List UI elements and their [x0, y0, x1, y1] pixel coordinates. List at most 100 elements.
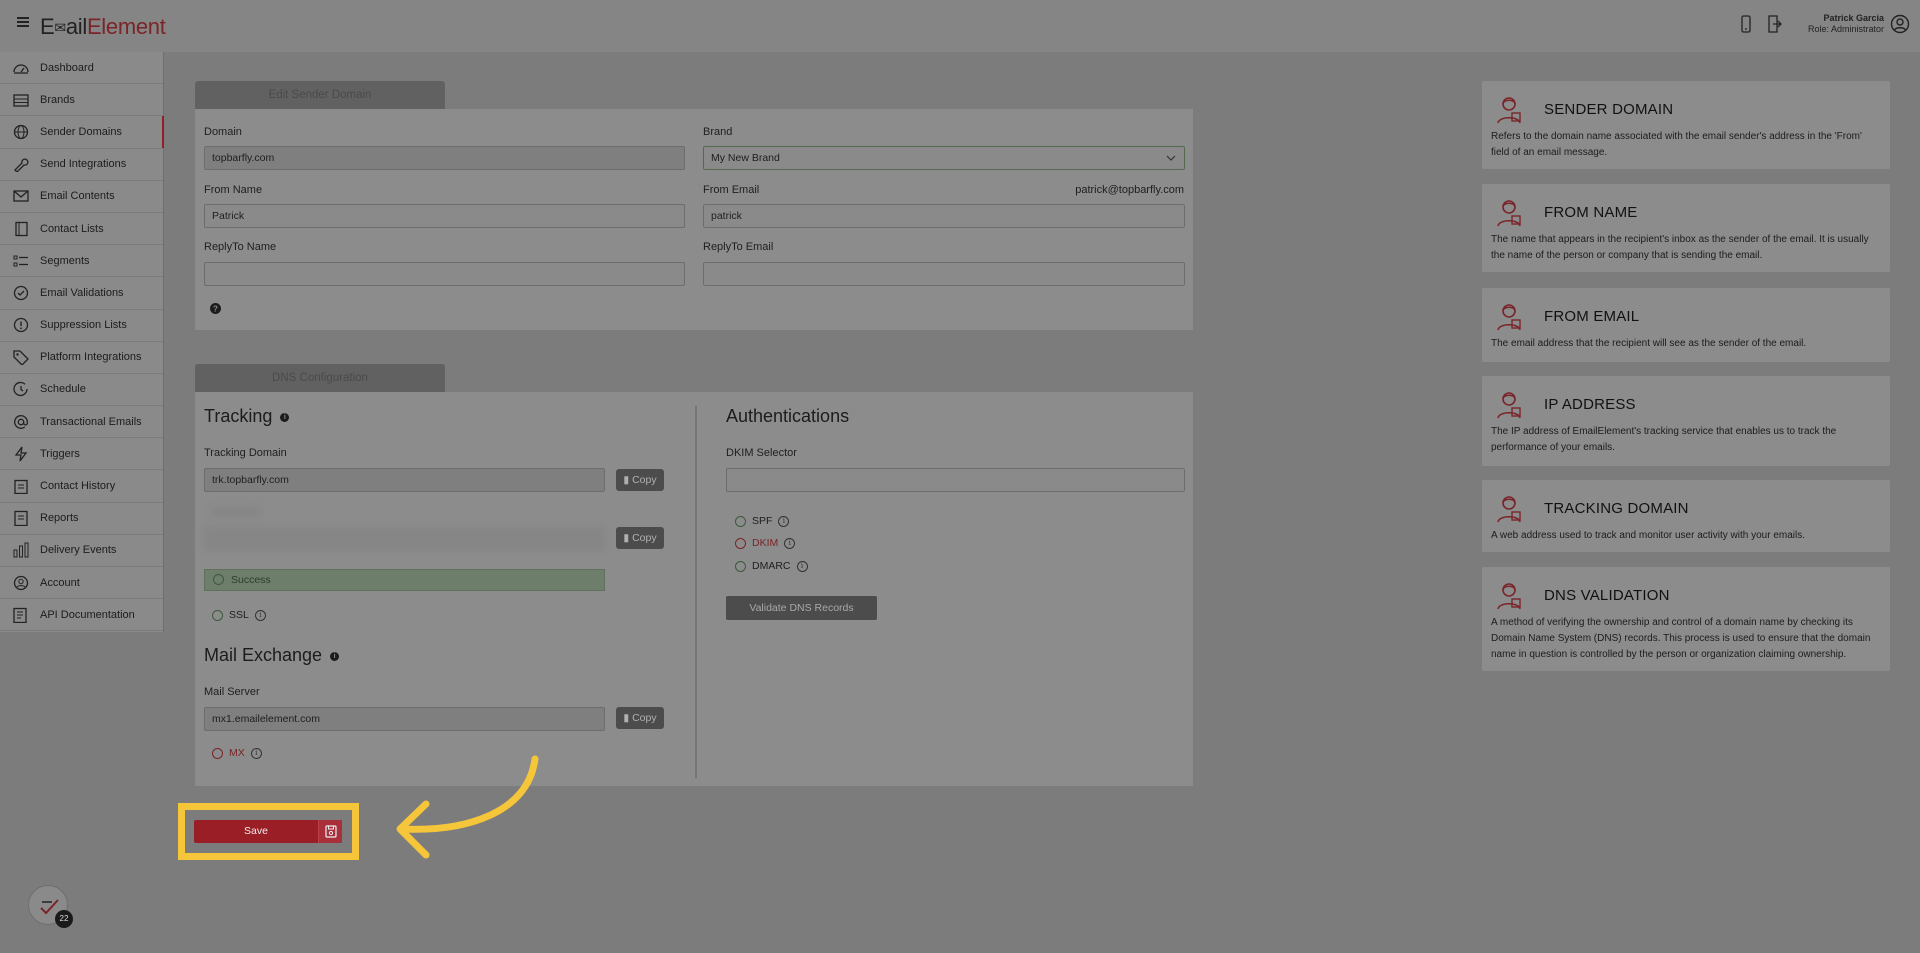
- brand-select-value: My New Brand: [711, 152, 780, 164]
- logout-icon[interactable]: [1766, 15, 1782, 33]
- save-icon: [318, 820, 342, 843]
- sidebar-item-platform-integrations[interactable]: Platform Integrations: [0, 342, 163, 374]
- sidebar-item-triggers[interactable]: Triggers: [0, 438, 163, 471]
- mx-info-icon[interactable]: i: [250, 747, 262, 759]
- sidebar-item-label: Segments: [40, 254, 90, 267]
- support-agent-icon: [1497, 496, 1521, 523]
- sidebar-item-brands[interactable]: Brands: [0, 84, 163, 117]
- spf-info-icon[interactable]: i: [778, 515, 790, 527]
- replyto-name-field[interactable]: [204, 262, 685, 286]
- info-card-title: TRACKING DOMAIN: [1544, 500, 1689, 517]
- dmarc-check-icon: [735, 560, 746, 572]
- copy-tracking-domain-button[interactable]: ▮ Copy: [616, 469, 664, 491]
- mail-exchange-info-icon[interactable]: i: [330, 651, 340, 661]
- sidebar-item-dashboard[interactable]: Dashboard: [0, 52, 163, 85]
- from-name-field[interactable]: Patrick: [204, 204, 685, 228]
- sidebar-item-delivery-events[interactable]: Delivery Events: [0, 535, 163, 567]
- mx-status: MX i: [212, 747, 262, 759]
- brands-icon: [13, 94, 29, 107]
- sidebar-item-reports[interactable]: Reports: [0, 503, 163, 535]
- save-button[interactable]: Save: [194, 820, 342, 843]
- user-icon: [13, 575, 29, 590]
- replyto-email-label: ReplyTo Email: [703, 241, 774, 253]
- dkim-selector-field[interactable]: [726, 468, 1185, 492]
- support-agent-icon: [1497, 392, 1521, 419]
- mail-exchange-title: Mail Exchange i: [204, 645, 340, 666]
- sidebar-item-suppression-lists[interactable]: Suppression Lists: [0, 310, 163, 342]
- user-avatar-icon[interactable]: [1890, 14, 1910, 34]
- support-agent-icon: [1497, 97, 1521, 124]
- ssl-status: SSL i: [212, 609, 266, 621]
- mail-server-label: Mail Server: [204, 686, 260, 698]
- info-card-description: A web address used to track and monitor …: [1491, 530, 1806, 541]
- sidebar-item-label: Platform Integrations: [40, 351, 142, 364]
- sidebar-item-api-documentation[interactable]: API Documentation: [0, 599, 163, 632]
- report-icon: [14, 511, 28, 527]
- tracking-info-icon[interactable]: i: [280, 412, 290, 422]
- info-card-description: The IP address of EmailElement's trackin…: [1491, 426, 1837, 453]
- tracking-domain-field[interactable]: trk.topbarfly.com: [204, 468, 605, 492]
- from-name-label: From Name: [204, 184, 263, 196]
- dmarc-info-icon[interactable]: i: [796, 560, 808, 572]
- check-circle-icon: [13, 285, 29, 301]
- at-icon: [14, 414, 28, 429]
- notification-widget[interactable]: 22: [28, 885, 73, 928]
- ssl-info-icon[interactable]: i: [254, 609, 266, 621]
- notification-count: 22: [55, 910, 73, 928]
- sidebar-item-label: Email Contents: [40, 190, 115, 203]
- dmarc-status: DMARC i: [735, 560, 808, 572]
- sidebar-item-account[interactable]: Account: [0, 567, 163, 600]
- domain-field[interactable]: topbarfly.com: [204, 146, 685, 170]
- sidebar-item-label: Reports: [40, 512, 79, 525]
- sidebar-item-email-validations[interactable]: Email Validations: [0, 277, 163, 310]
- success-status-bar: Success: [204, 569, 605, 591]
- sidebar-item-contact-lists[interactable]: Contact Lists: [0, 213, 163, 246]
- mobile-icon[interactable]: [1738, 15, 1754, 33]
- copy-mail-server-button[interactable]: ▮ Copy: [616, 707, 664, 729]
- sidebar-item-label: Triggers: [40, 447, 80, 460]
- user-role: Role: Administrator: [1807, 24, 1884, 34]
- mail-server-field[interactable]: mx1.emailelement.com: [204, 707, 605, 731]
- mx-error-icon: [212, 747, 223, 759]
- copy-ip-button[interactable]: ▮ Copy: [616, 527, 664, 549]
- sidebar: Dashboard Brands Sender Domains Send Integr…: [0, 52, 164, 632]
- from-email-label: From Email: [703, 184, 760, 196]
- globe-icon: [13, 124, 29, 140]
- brand-label: Brand: [703, 126, 733, 138]
- app-logo[interactable]: E✉ailElement: [40, 14, 166, 40]
- info-card-from-email: FROM EMAIL The email address that the rec…: [1482, 288, 1890, 362]
- validate-dns-button[interactable]: Validate DNS Records: [726, 596, 877, 620]
- info-card-title: FROM EMAIL: [1544, 308, 1640, 325]
- user-info[interactable]: Patrick Garcia Role: Administrator: [1808, 13, 1884, 35]
- exclamation-icon: [13, 317, 29, 333]
- info-card-description: The name that appears in the recipient's…: [1491, 234, 1869, 261]
- hamburger-menu-icon[interactable]: [17, 17, 29, 27]
- sidebar-item-send-integrations[interactable]: Send Integrations: [0, 149, 163, 181]
- dkim-info-icon[interactable]: i: [784, 537, 796, 549]
- from-email-preview: patrick@topbarfly.com: [1075, 184, 1184, 196]
- sidebar-item-sender-domains[interactable]: Sender Domains: [0, 116, 164, 149]
- sidebar-item-segments[interactable]: Segments: [0, 245, 163, 278]
- sidebar-item-schedule[interactable]: Schedule: [0, 374, 163, 407]
- info-card-title: FROM NAME: [1544, 204, 1638, 221]
- support-agent-icon: [1497, 583, 1521, 610]
- info-card-title: SENDER DOMAIN: [1544, 101, 1674, 118]
- sidebar-item-email-contents[interactable]: Email Contents: [0, 181, 163, 213]
- from-email-field[interactable]: patrick: [703, 204, 1185, 228]
- sidebar-item-contact-history[interactable]: Contact History: [0, 470, 163, 503]
- dkim-status: DKIM i: [735, 537, 796, 549]
- info-card-title: DNS VALIDATION: [1544, 587, 1670, 604]
- sidebar-item-label: Send Integrations: [40, 158, 127, 171]
- sidebar-item-label: Contact Lists: [40, 222, 104, 235]
- clipboard-icon: [14, 479, 28, 495]
- help-icon[interactable]: ?: [210, 303, 221, 314]
- sidebar-item-transactional-emails[interactable]: Transactional Emails: [0, 406, 163, 439]
- support-agent-icon: [1497, 304, 1521, 331]
- replyto-email-field[interactable]: [703, 262, 1185, 286]
- brand-select[interactable]: My New Brand: [703, 146, 1185, 170]
- dkim-error-icon: [735, 537, 746, 549]
- info-card-sender-domain: SENDER DOMAIN Refers to the domain name a…: [1482, 81, 1890, 169]
- sidebar-item-label: Sender Domains: [40, 125, 122, 138]
- tracking-domain-label: Tracking Domain: [204, 447, 287, 459]
- info-card-description: A method of verifying the ownership and …: [1491, 617, 1871, 660]
